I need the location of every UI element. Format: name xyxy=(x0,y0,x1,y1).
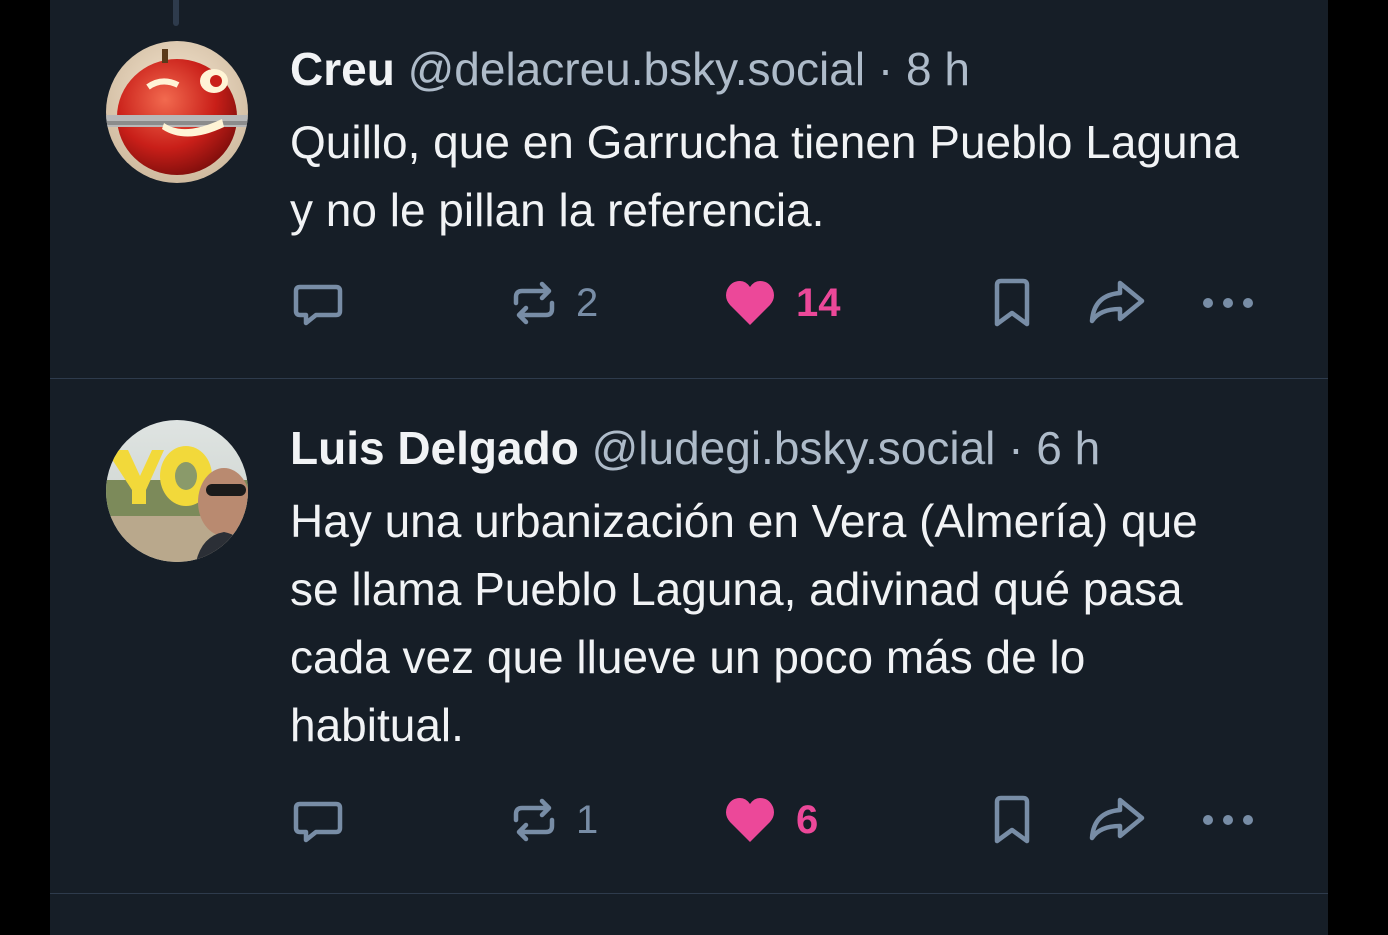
bookmark-icon xyxy=(994,278,1030,327)
like-button[interactable]: 14 xyxy=(722,273,841,333)
speech-bubble-icon xyxy=(293,284,343,326)
reply-button[interactable] xyxy=(290,790,346,850)
ellipsis-icon xyxy=(1203,815,1253,825)
post-timestamp[interactable]: 8 h xyxy=(906,43,970,95)
post-timestamp[interactable]: 6 h xyxy=(1036,422,1100,474)
heart-icon xyxy=(726,281,774,325)
repost-count: 1 xyxy=(576,797,599,842)
like-button[interactable]: 6 xyxy=(722,790,818,850)
post-feed: Creu @delacreu.bsky.social · 8 h Quillo,… xyxy=(50,0,1328,935)
like-count: 14 xyxy=(796,280,841,325)
post-text: Quillo, que en Garrucha tienen Pueblo La… xyxy=(290,116,1239,236)
repost-count: 2 xyxy=(576,280,599,325)
avatar[interactable] xyxy=(106,420,248,562)
heart-icon xyxy=(726,798,774,842)
post-content: Luis Delgado @ludegi.bsky.social · 6 h H… xyxy=(290,419,1258,759)
more-options-button[interactable] xyxy=(1198,273,1258,333)
repost-button[interactable]: 1 xyxy=(506,790,598,850)
author-handle[interactable]: @ludegi.bsky.social xyxy=(592,422,996,474)
post-item[interactable]: Luis Delgado @ludegi.bsky.social · 6 h H… xyxy=(50,379,1328,893)
apple-avatar-image xyxy=(106,41,248,183)
more-options-button[interactable] xyxy=(1198,790,1258,850)
author-name[interactable]: Creu xyxy=(290,43,395,95)
bookmark-button[interactable] xyxy=(984,273,1040,333)
post-meta: Creu @delacreu.bsky.social · 8 h xyxy=(290,40,1258,98)
author-handle[interactable]: @delacreu.bsky.social xyxy=(408,43,865,95)
like-count: 6 xyxy=(796,797,819,842)
share-button[interactable] xyxy=(1086,790,1146,850)
share-button[interactable] xyxy=(1086,273,1146,333)
post-actions: 1 6 xyxy=(290,790,1270,850)
speech-bubble-icon xyxy=(293,801,343,843)
author-name[interactable]: Luis Delgado xyxy=(290,422,579,474)
post-content: Creu @delacreu.bsky.social · 8 h Quillo,… xyxy=(290,40,1258,244)
post-actions: 2 14 xyxy=(290,273,1270,333)
share-arrow-icon xyxy=(1089,280,1145,324)
bookmark-button[interactable] xyxy=(984,790,1040,850)
reply-button[interactable] xyxy=(290,273,346,333)
selfie-avatar-image xyxy=(106,420,248,562)
ellipsis-icon xyxy=(1203,298,1253,308)
repost-button[interactable]: 2 xyxy=(506,273,598,333)
post-item[interactable]: Creu @delacreu.bsky.social · 8 h Quillo,… xyxy=(50,0,1328,378)
post-meta: Luis Delgado @ludegi.bsky.social · 6 h xyxy=(290,419,1258,477)
repost-arrows-icon xyxy=(513,798,555,842)
avatar[interactable] xyxy=(106,41,248,183)
post-text: Hay una urbanización en Vera (Almería) q… xyxy=(290,495,1198,751)
bookmark-icon xyxy=(994,795,1030,844)
repost-arrows-icon xyxy=(513,281,555,325)
meta-separator: · xyxy=(877,43,894,95)
post-divider xyxy=(50,893,1328,894)
meta-separator: · xyxy=(1008,422,1024,474)
share-arrow-icon xyxy=(1089,797,1145,841)
